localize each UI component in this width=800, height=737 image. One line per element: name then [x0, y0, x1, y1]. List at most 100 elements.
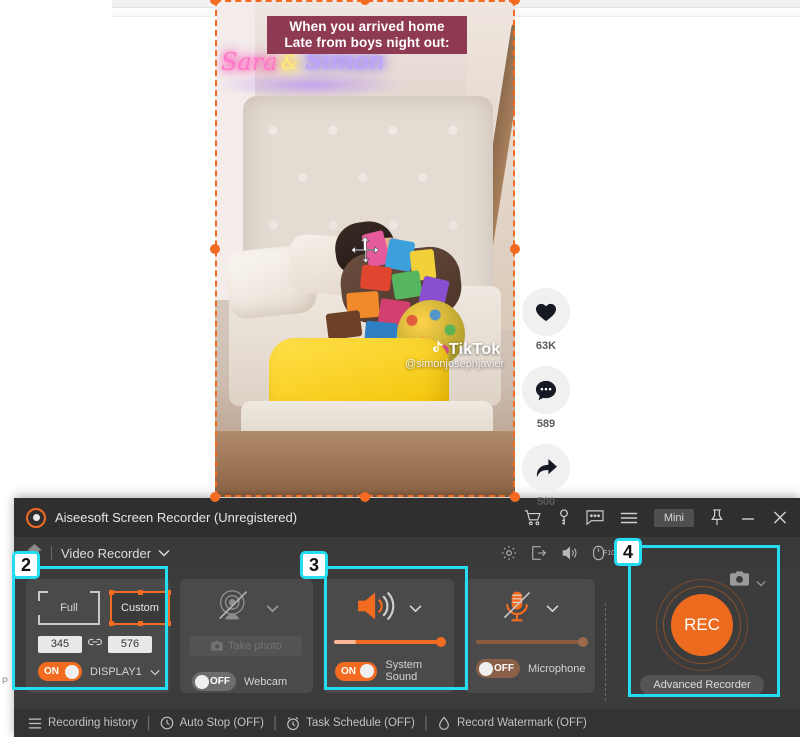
mode-toolbar: Video Recorder F10 — [14, 537, 800, 569]
screenshot-root: P Sara & Simon When you arrived home Lat… — [0, 0, 800, 737]
chevron-down-icon[interactable] — [266, 600, 279, 618]
resize-handle-bottom-center[interactable] — [360, 492, 370, 502]
camera-icon — [211, 641, 223, 651]
chevron-down-icon[interactable] — [409, 600, 422, 618]
resize-handle-middle-left[interactable] — [210, 244, 220, 254]
snack-item — [359, 264, 393, 292]
tiktok-handle: @simonjosephjavier — [405, 358, 505, 370]
camera-icon[interactable] — [729, 571, 749, 587]
chevron-down-icon[interactable] — [150, 663, 160, 681]
resize-handle-middle-right[interactable] — [510, 244, 520, 254]
history-icon — [28, 718, 42, 728]
mini-mode-button[interactable]: Mini — [653, 508, 694, 527]
close-icon[interactable] — [772, 510, 788, 525]
recording-history-label: Recording history — [48, 717, 138, 729]
microphone-toggle[interactable]: OFF — [475, 659, 520, 678]
system-sound-toggle[interactable]: ON — [334, 661, 378, 681]
webcam-toggle[interactable]: OFF — [192, 672, 236, 691]
share-action[interactable]: 500 — [520, 444, 572, 508]
webcam-panel[interactable]: Take photo OFF Webcam — [180, 579, 313, 693]
record-button-wrap: REC Advanced Recorder — [616, 571, 788, 703]
toolbar-divider — [51, 546, 52, 560]
display-toggle-state: ON — [44, 666, 59, 677]
display-toggle-row: ON DISPLAY1 — [26, 653, 170, 681]
snapshot-control[interactable] — [729, 571, 766, 592]
share-count: 500 — [536, 496, 556, 508]
sound-icon-row — [323, 579, 454, 628]
feedback-icon[interactable] — [586, 509, 604, 526]
menu-icon[interactable] — [620, 511, 638, 525]
tiktok-note-icon — [433, 340, 443, 352]
record-panel: REC Advanced Recorder — [616, 571, 788, 695]
auto-stop-item[interactable]: Auto Stop (OFF) — [160, 716, 264, 730]
custom-region-label: Custom — [121, 602, 159, 614]
advanced-recorder-button[interactable]: Advanced Recorder — [640, 675, 765, 695]
caption-line-1: When you arrived home — [289, 19, 445, 34]
full-screen-button[interactable]: Full — [38, 591, 100, 625]
page-left-edge-text: P — [2, 676, 9, 686]
microphone-muted-icon[interactable] — [500, 589, 534, 628]
resize-handle-bottom-left[interactable] — [210, 492, 220, 502]
system-sound-slider[interactable] — [334, 637, 447, 647]
task-schedule-label: Task Schedule (OFF) — [306, 717, 415, 729]
share-icon[interactable] — [522, 444, 570, 492]
snack-item — [325, 310, 363, 340]
webcam-label: Webcam — [244, 675, 288, 688]
engagement-rail: 63K 589 500 — [520, 288, 572, 522]
status-separator: | — [423, 714, 428, 731]
system-sound-panel[interactable]: ON System Sound — [322, 579, 454, 693]
take-photo-button: Take photo — [190, 636, 303, 656]
microphone-label: Microphone — [527, 662, 586, 675]
chevron-down-icon[interactable] — [546, 600, 559, 618]
status-bar: Recording history | Auto Stop (OFF) | Ta… — [14, 709, 800, 737]
move-cursor-icon — [352, 237, 378, 263]
comment-icon[interactable] — [522, 366, 570, 414]
speaker-on-icon[interactable] — [355, 589, 397, 628]
clock-icon — [160, 716, 173, 730]
display-toggle[interactable]: ON — [38, 662, 82, 681]
microphone-slider[interactable] — [475, 637, 588, 647]
custom-region-button[interactable]: Custom — [109, 590, 171, 626]
record-dot-icon — [26, 507, 46, 528]
tiktok-watermark: TikTok — [430, 340, 501, 359]
recording-history-item[interactable]: Recording history — [28, 717, 137, 730]
minimize-icon[interactable] — [740, 511, 756, 525]
height-input[interactable]: 576 — [108, 635, 152, 653]
export-icon[interactable] — [531, 545, 547, 561]
gear-icon[interactable] — [501, 545, 517, 561]
heart-icon[interactable] — [522, 288, 570, 336]
speaker-icon[interactable] — [561, 545, 578, 561]
panel-divider — [605, 603, 607, 701]
video-caption: When you arrived home Late from boys nig… — [267, 16, 467, 54]
record-button[interactable]: REC — [671, 594, 734, 656]
record-ring-inner: REC — [663, 586, 742, 664]
pin-icon[interactable] — [710, 509, 724, 526]
neon-glow — [215, 72, 405, 98]
wood-floor — [215, 431, 515, 497]
chevron-down-icon[interactable] — [158, 544, 170, 562]
display-selector-label[interactable]: DISPLAY1 — [90, 666, 142, 678]
aiseesoft-window: Aiseesoft Screen Recorder (Unregistered) — [14, 498, 800, 737]
annotation-badge-3: 3 — [300, 551, 328, 579]
system-sound-toggle-state: ON — [340, 665, 356, 677]
webcam-disabled-icon[interactable] — [214, 589, 254, 628]
task-schedule-item[interactable]: Task Schedule (OFF) — [286, 716, 415, 731]
mic-icon-row — [464, 579, 595, 628]
webcam-toggle-state: OFF — [210, 676, 230, 687]
mode-selector-label[interactable]: Video Recorder — [61, 546, 151, 561]
microphone-panel[interactable]: OFF Microphone — [463, 579, 596, 693]
like-action[interactable]: 63K — [520, 288, 572, 352]
link-icon[interactable] — [88, 635, 102, 653]
record-watermark-item[interactable]: Record Watermark (OFF) — [437, 716, 587, 731]
comment-action[interactable]: 589 — [520, 366, 572, 430]
chevron-down-icon[interactable] — [756, 574, 766, 591]
display-panel[interactable]: Full Custom 345 576 ON DISPLAY1 — [26, 579, 171, 693]
webcam-toggle-row: OFF Webcam — [180, 656, 313, 691]
width-input[interactable]: 345 — [38, 635, 82, 653]
alarm-icon — [287, 716, 299, 730]
resize-handle-bottom-right[interactable] — [510, 492, 520, 502]
resolution-row: 345 576 — [26, 625, 170, 653]
window-titlebar: Aiseesoft Screen Recorder (Unregistered) — [14, 498, 800, 537]
webcam-icon-row — [180, 579, 313, 628]
microphone-toggle-row: OFF Microphone — [464, 644, 595, 678]
